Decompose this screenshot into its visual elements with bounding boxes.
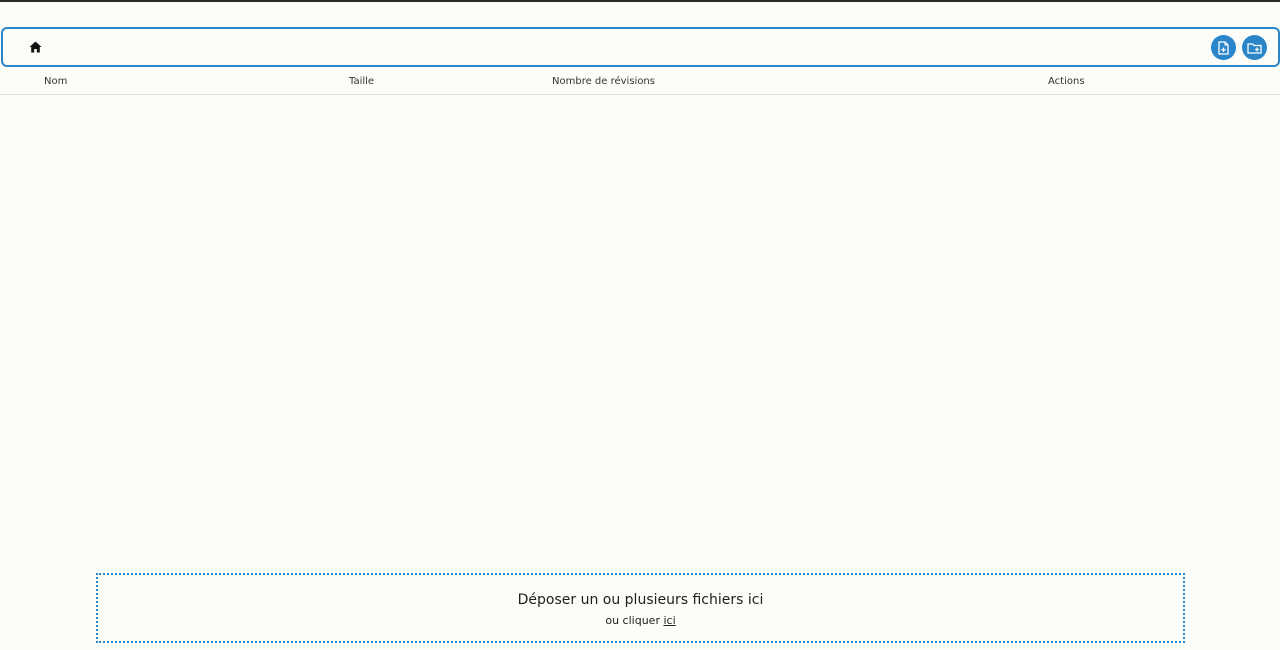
table-header: Nom Taille Nombre de révisions Actions <box>0 70 1280 95</box>
home-icon <box>29 41 41 53</box>
dropzone-title: Déposer un ou plusieurs fichiers ici <box>517 592 764 608</box>
home-button[interactable] <box>27 39 43 55</box>
column-header-actions: Actions <box>1048 76 1085 87</box>
folder-add-icon <box>1247 42 1262 54</box>
file-add-icon <box>1218 40 1229 55</box>
new-folder-button[interactable] <box>1242 35 1267 60</box>
column-header-name[interactable]: Nom <box>44 76 67 87</box>
window-top-border <box>0 0 1280 2</box>
breadcrumb <box>1 27 1280 67</box>
dropzone-click-link[interactable]: ici <box>663 614 675 627</box>
dropzone-subtitle: ou cliquer ici <box>98 614 1183 627</box>
new-file-button[interactable] <box>1211 35 1236 60</box>
file-dropzone[interactable]: Déposer un ou plusieurs fichiers ici ou … <box>96 573 1185 643</box>
column-header-revisions[interactable]: Nombre de révisions <box>552 76 655 87</box>
column-header-size[interactable]: Taille <box>349 76 374 87</box>
dropzone-subtitle-text: ou cliquer <box>605 614 664 627</box>
